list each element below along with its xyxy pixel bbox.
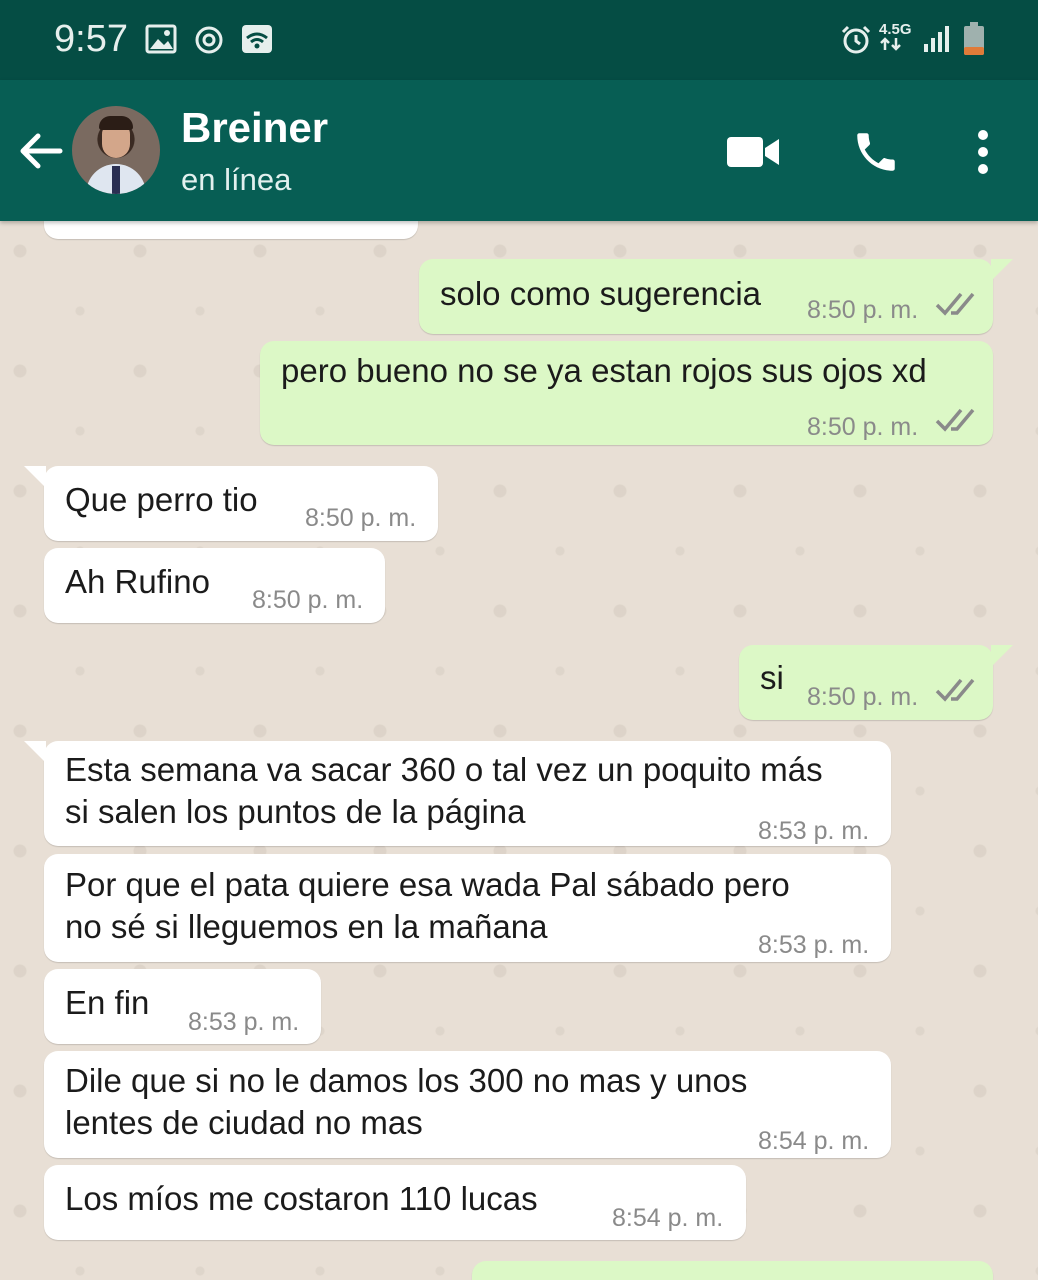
message-time: 8:50 p. m. <box>305 504 417 532</box>
back-arrow-icon <box>20 133 63 169</box>
message-text-line: si salen los puntos de la página <box>65 793 526 830</box>
message-time: 8:50 p. m. <box>252 586 364 614</box>
more-options-button[interactable] <box>953 122 1013 182</box>
message-text: En fin <box>65 984 150 1021</box>
message-text-line: Esta semana va sacar 360 o tal vez un po… <box>65 751 823 788</box>
message-text: Que perro tio <box>65 481 258 518</box>
avatar[interactable] <box>72 106 160 194</box>
double-check-icon <box>935 678 975 702</box>
double-check-icon <box>935 292 975 316</box>
message-bubble-incoming[interactable]: Dile que si no le damos los 300 no mas y… <box>44 1051 891 1158</box>
chat-messages[interactable]: solo como sugerencia 8:50 p. m. pero bue… <box>0 221 1038 1280</box>
message-time: 8:50 p. m. <box>807 683 919 711</box>
message-bubble-partial <box>472 1261 993 1280</box>
message-text: Ah Rufino <box>65 563 210 600</box>
chat-header: Breiner en línea <box>0 80 1038 221</box>
alarm-icon <box>840 24 872 61</box>
video-call-button[interactable] <box>723 122 783 182</box>
message-time: 8:53 p. m. <box>188 1008 300 1036</box>
video-call-icon <box>727 137 779 167</box>
message-time: 8:54 p. m. <box>612 1204 724 1232</box>
message-bubble-outgoing[interactable]: si 8:50 p. m. <box>739 645 1013 720</box>
message-time: 8:50 p. m. <box>807 296 919 324</box>
gallery-icon <box>145 24 177 59</box>
voice-call-button[interactable] <box>846 122 906 182</box>
status-time: 9:57 <box>54 18 128 60</box>
phone-icon <box>857 133 895 171</box>
contact-status: en línea <box>181 162 292 197</box>
message-text-line: lentes de ciudad no mas <box>65 1104 423 1141</box>
back-button[interactable] <box>16 126 66 176</box>
network-type: 4.5G <box>879 22 912 54</box>
double-check-icon <box>935 408 975 432</box>
sync-icon <box>193 24 225 61</box>
message-bubble-incoming[interactable]: Los míos me costaron 110 lucas 8:54 p. m… <box>44 1165 746 1240</box>
message-bubble-outgoing[interactable]: pero bueno no se ya estan rojos sus ojos… <box>260 341 993 445</box>
message-bubble-incoming[interactable]: Por que el pata quiere esa wada Pal sába… <box>44 854 891 962</box>
message-text-line: no sé si lleguemos en la mañana <box>65 908 548 945</box>
message-bubble-incoming[interactable]: Ah Rufino 8:50 p. m. <box>44 548 385 623</box>
more-vert-icon <box>978 130 988 174</box>
message-bubble-incoming[interactable]: Que perro tio 8:50 p. m. <box>24 466 438 541</box>
message-time: 8:53 p. m. <box>758 931 870 959</box>
message-text: si <box>760 659 784 696</box>
message-text-line: Por que el pata quiere esa wada Pal sába… <box>65 866 790 903</box>
message-bubble-partial <box>44 221 418 239</box>
status-bar: 9:57 4.5G <box>0 0 1038 80</box>
message-bubble-incoming[interactable]: En fin 8:53 p. m. <box>44 969 321 1044</box>
message-text: solo como sugerencia <box>440 275 762 312</box>
message-time: 8:50 p. m. <box>807 413 919 441</box>
message-time: 8:54 p. m. <box>758 1127 870 1155</box>
contact-name[interactable]: Breiner <box>181 104 328 152</box>
cast-icon <box>241 24 273 59</box>
message-text-line: Dile que si no le damos los 300 no mas y… <box>65 1062 748 1099</box>
battery-icon <box>962 22 986 61</box>
signal-icon <box>922 24 952 59</box>
message-bubble-outgoing[interactable]: solo como sugerencia 8:50 p. m. <box>419 259 1013 334</box>
message-time: 8:53 p. m. <box>758 817 870 845</box>
message-bubble-incoming[interactable]: Esta semana va sacar 360 o tal vez un po… <box>24 741 891 846</box>
data-arrows-icon <box>880 37 901 51</box>
message-text: Los míos me costaron 110 lucas <box>65 1180 538 1217</box>
message-text: pero bueno no se ya estan rojos sus ojos… <box>281 352 927 389</box>
